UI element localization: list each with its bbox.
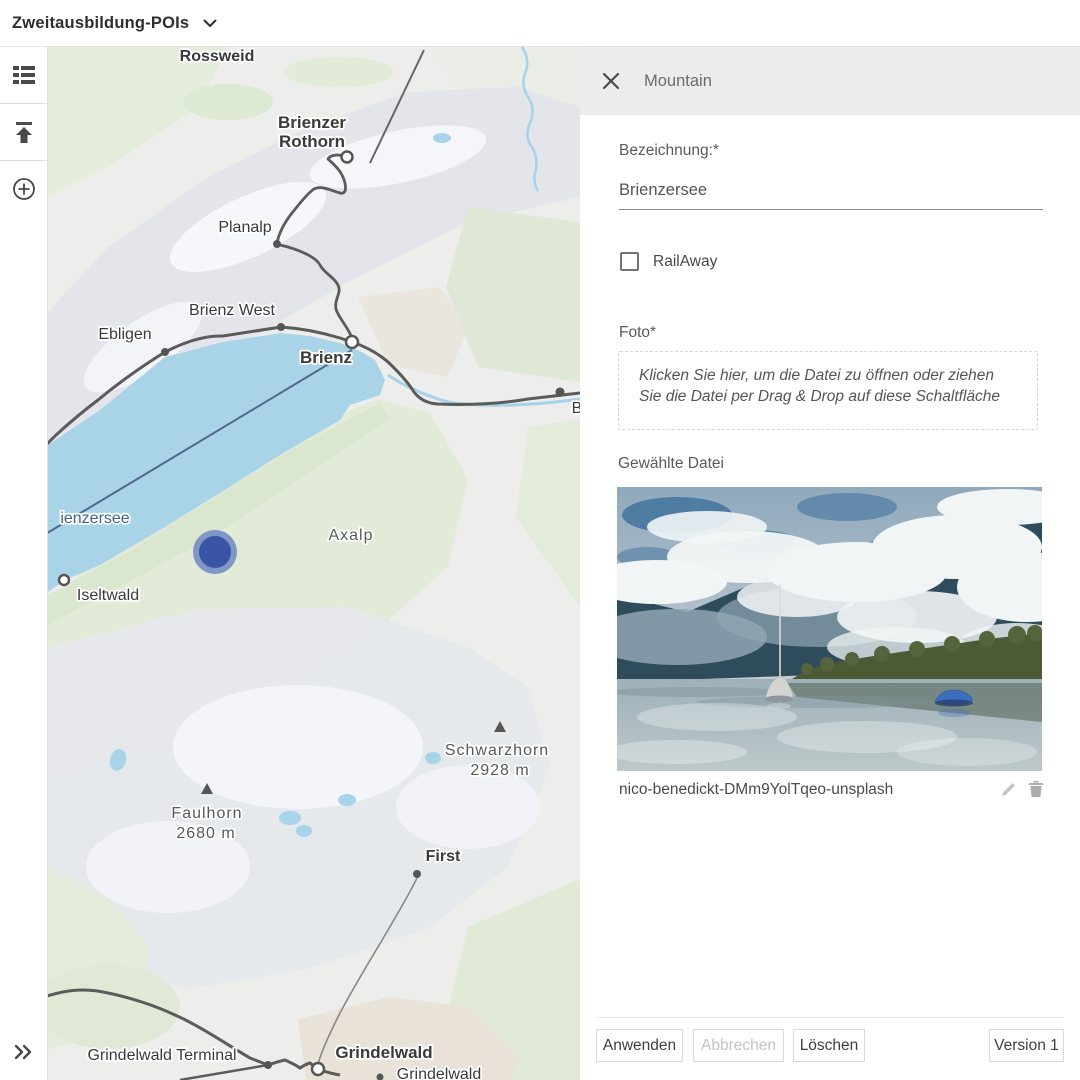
bezeichnung-input[interactable] (619, 172, 1043, 210)
add-circle-icon (12, 177, 36, 201)
map-label: 2680 m (176, 825, 235, 842)
map-label: Brienz West (189, 302, 276, 319)
map-label: Rossweid (180, 48, 255, 65)
apply-button[interactable]: Anwenden (596, 1029, 683, 1062)
file-name: nico-benedickt-DMm9YolTqeo-unsplash (619, 781, 893, 799)
add-button[interactable] (0, 161, 47, 217)
map-label: Rothorn (279, 132, 345, 151)
panel-header: Mountain (580, 47, 1080, 115)
workspace-title[interactable]: Zweitausbildung-POIs (12, 14, 189, 33)
map-label: Grindelwald (335, 1043, 432, 1062)
list-icon (13, 66, 35, 84)
station-brienz-west (277, 323, 285, 331)
map-label: Brienzer (278, 113, 346, 132)
map-label: Schwarzhorn (445, 742, 549, 759)
edit-icon[interactable] (1001, 782, 1016, 802)
map-label: Planalp (218, 219, 271, 236)
expand-button[interactable] (0, 1032, 47, 1072)
delete-button[interactable]: Löschen (793, 1029, 865, 1062)
chevron-down-icon[interactable] (203, 19, 217, 28)
map-label: Brienz (300, 348, 352, 367)
app-window: Zweitausbildung-POIs (0, 0, 1080, 1080)
file-dropzone[interactable]: Klicken Sie hier, um die Datei zu öffnen… (618, 351, 1038, 430)
delete-icon[interactable] (1029, 781, 1043, 802)
station-first (413, 870, 421, 878)
map-label: First (426, 848, 461, 865)
foto-label: Foto* (619, 324, 656, 342)
map-label: B (572, 400, 580, 417)
selected-file-label: Gewählte Datei (618, 455, 724, 473)
station-brienz (346, 336, 358, 348)
close-icon[interactable] (602, 72, 620, 90)
map-label: Faulhorn (171, 805, 242, 822)
collapse-icon (14, 1044, 33, 1060)
detail-panel: Mountain Bezeichnung:* RailAway Foto* Kl… (580, 47, 1080, 1080)
panel-title: Mountain (644, 72, 712, 91)
map-label: Iseltwald (77, 587, 139, 604)
list-button[interactable] (0, 47, 47, 103)
station-grindelwald (312, 1063, 324, 1075)
station-brienzer-rothorn (342, 152, 353, 163)
map-label: Grindelwald Terminal (87, 1047, 236, 1064)
map-label: Axalp (328, 527, 373, 544)
bezeichnung-label: Bezeichnung:* (619, 142, 719, 160)
dropzone-text: Klicken Sie hier, um die Datei zu öffnen… (639, 366, 1017, 408)
map-canvas[interactable]: Rossweid Brienzer Rothorn Planalp Brienz… (48, 47, 580, 1080)
station-ebligen (161, 348, 169, 356)
railaway-checkbox[interactable] (620, 252, 639, 271)
poi-marker[interactable] (193, 530, 237, 574)
cancel-button[interactable]: Abbrechen (693, 1029, 784, 1062)
file-row: nico-benedickt-DMm9YolTqeo-unsplash (619, 781, 1043, 801)
map-label: 2928 m (470, 762, 529, 779)
station-iseltwald (59, 575, 69, 585)
map-label: ienzersee (60, 510, 129, 527)
station-grindelwald-terminal (264, 1061, 272, 1069)
top-bar: Zweitausbildung-POIs (0, 0, 1080, 47)
photo-preview (617, 487, 1042, 771)
railaway-label: RailAway (653, 253, 717, 271)
upload-icon (13, 122, 35, 143)
upload-button[interactable] (0, 104, 47, 160)
map-label: Grindelwald (397, 1066, 481, 1080)
left-toolbar (0, 47, 48, 1080)
railaway-row: RailAway (620, 252, 717, 271)
station-east (556, 388, 565, 397)
station-planalp (273, 240, 281, 248)
map-label: Ebligen (98, 326, 151, 343)
divider (597, 1017, 1063, 1018)
version-button[interactable]: Version 1 (989, 1029, 1064, 1062)
